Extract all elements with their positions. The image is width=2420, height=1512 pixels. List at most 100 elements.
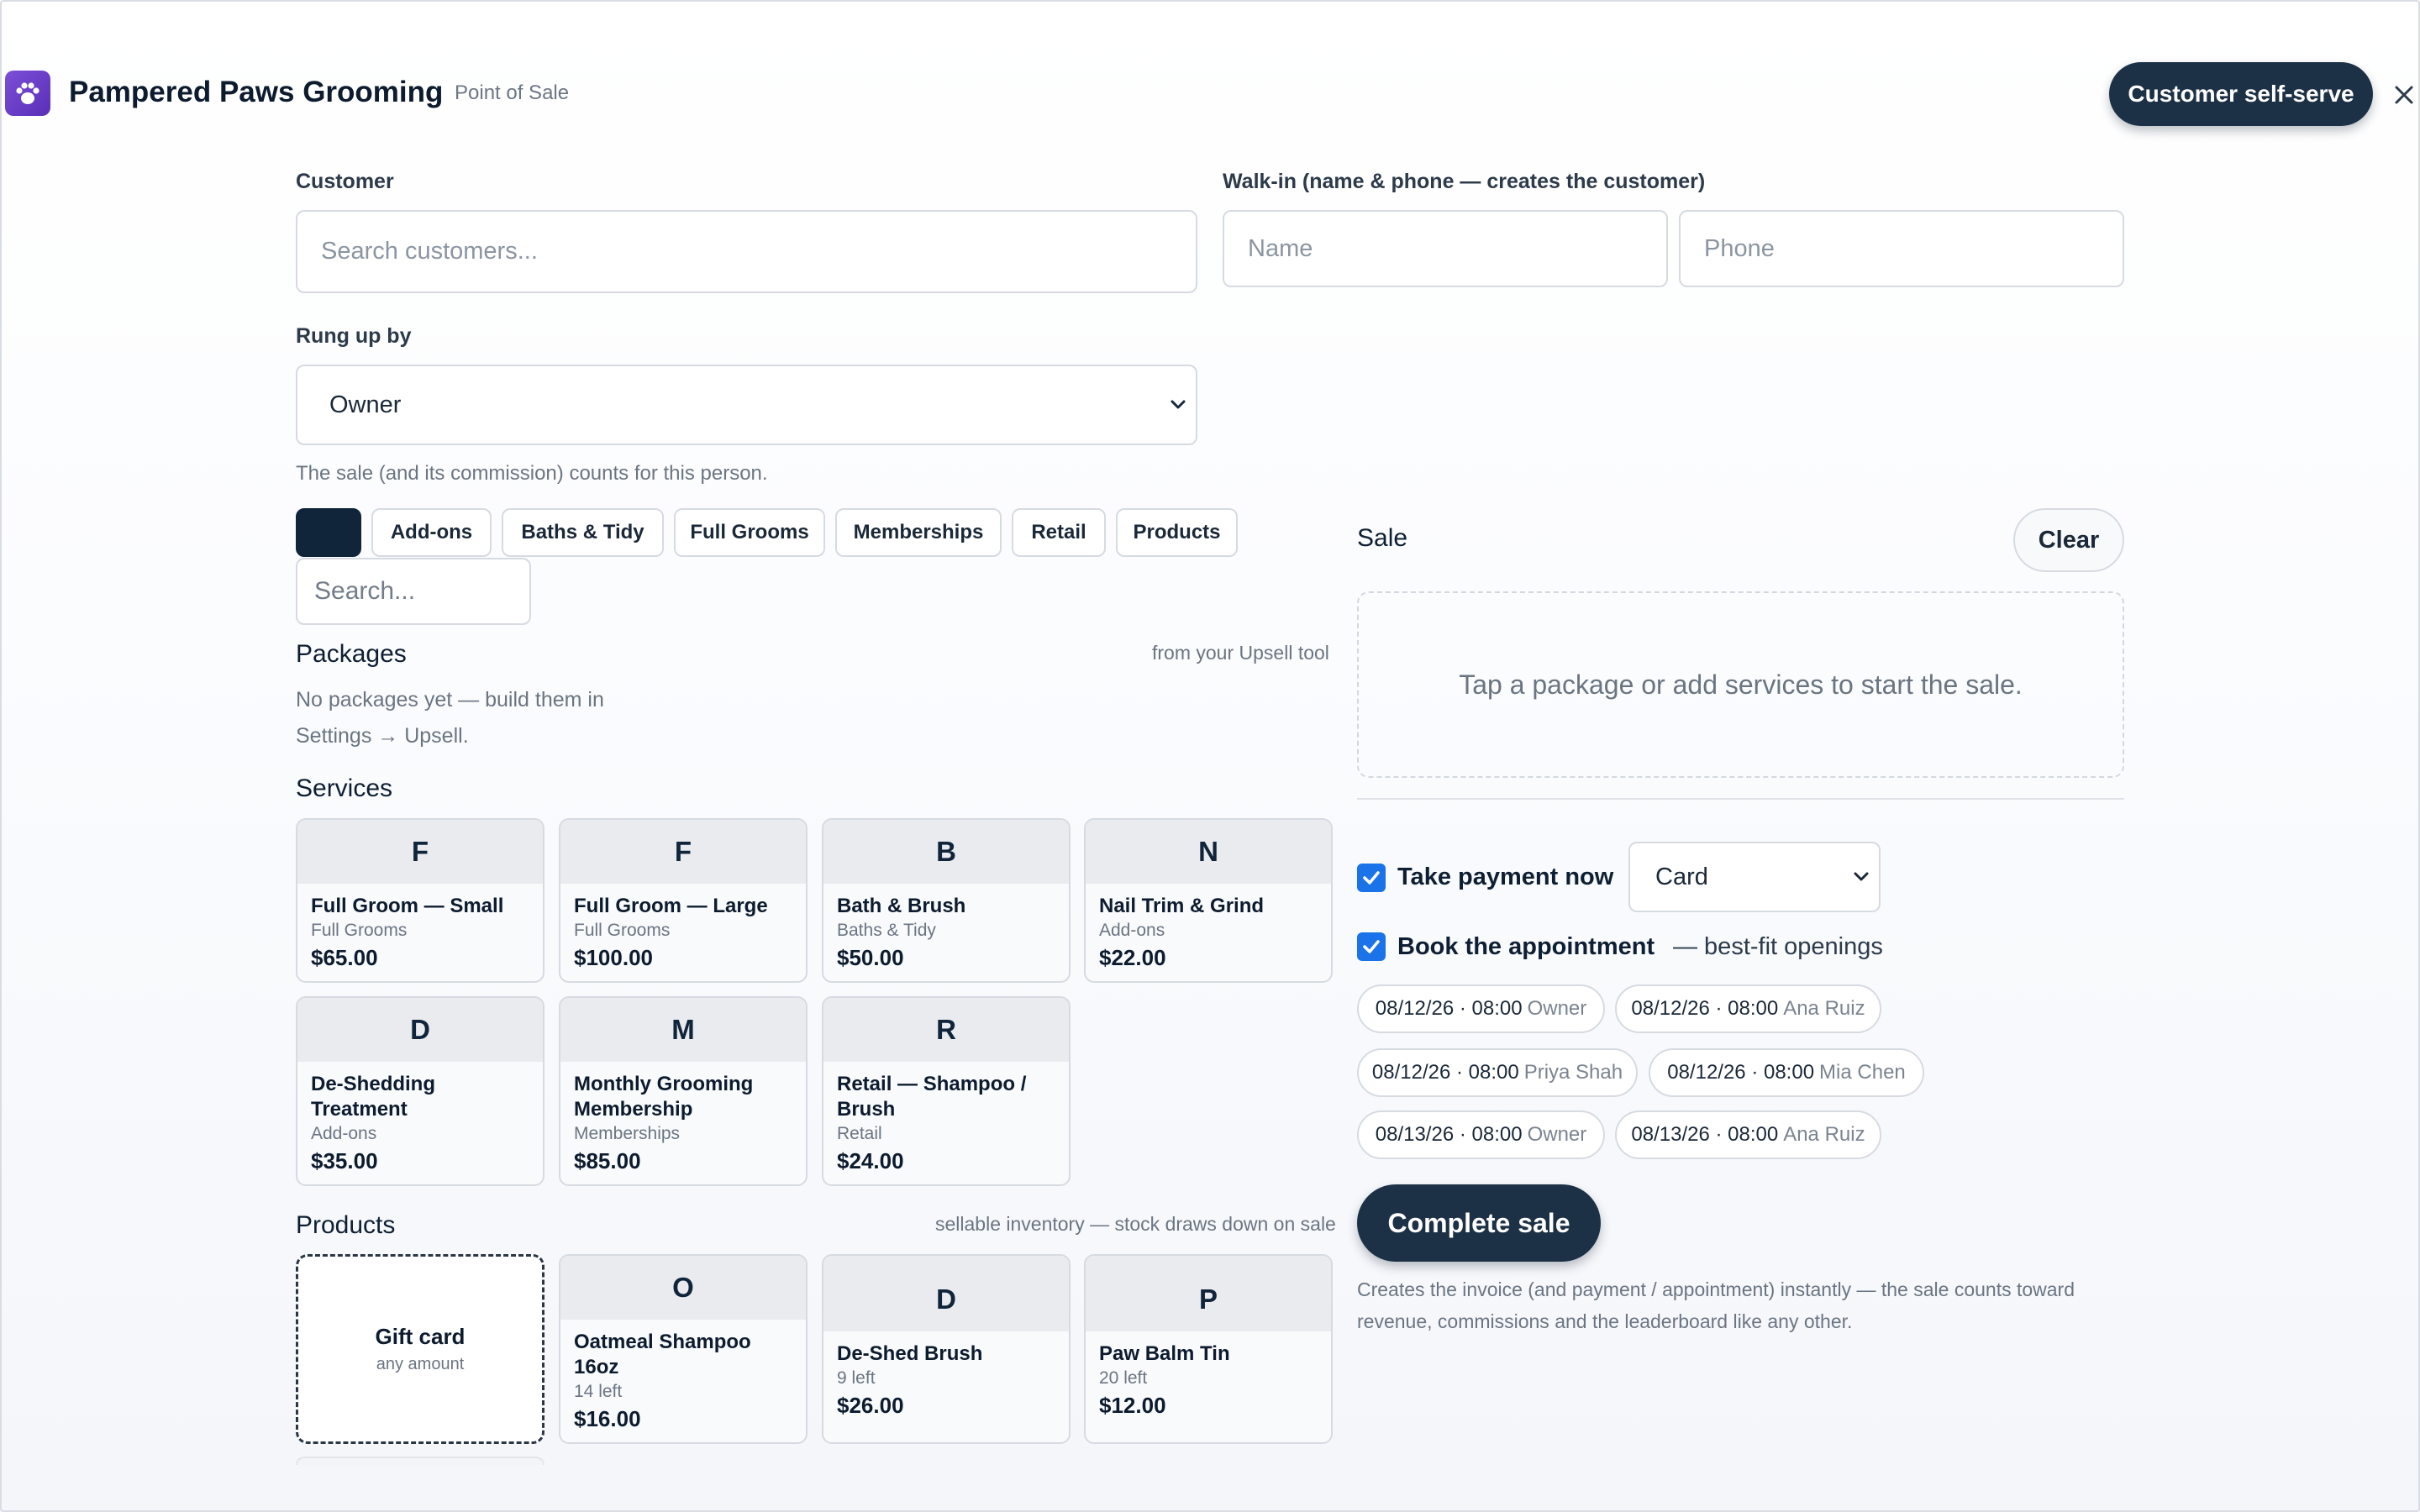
service-price: $65.00 bbox=[311, 945, 378, 970]
product-letter: P bbox=[1086, 1256, 1331, 1331]
service-name: Full Groom — Small bbox=[311, 895, 504, 917]
app-subtitle: Point of Sale bbox=[455, 81, 570, 104]
category-chip-retail[interactable]: Retail bbox=[1012, 508, 1106, 557]
customer-self-serve-button[interactable]: Customer self-serve bbox=[2109, 62, 2373, 126]
packages-empty-text: No packages yet — build them in Settings… bbox=[296, 682, 604, 754]
category-chip-add-ons[interactable]: Add-ons bbox=[371, 508, 492, 557]
book-appointment-checkbox[interactable] bbox=[1357, 932, 1386, 961]
book-appointment-label: Book the appointment bbox=[1397, 933, 1655, 960]
service-letter: M bbox=[560, 998, 806, 1062]
take-payment-checkbox[interactable] bbox=[1357, 864, 1386, 892]
checkmark-icon bbox=[1363, 940, 1380, 953]
walkin-phone-input[interactable] bbox=[1679, 210, 2124, 287]
service-name: Bath & Brush bbox=[837, 895, 966, 917]
product-price: $16.00 bbox=[574, 1406, 641, 1431]
payment-method-select[interactable]: Card bbox=[1628, 842, 1881, 912]
product-name: De-Shed Brush bbox=[837, 1342, 983, 1365]
slot-datetime: 08/12/26 · 08:00 bbox=[1667, 1061, 1815, 1084]
product-letter: D bbox=[823, 1256, 1069, 1331]
clear-sale-button[interactable]: Clear bbox=[2013, 508, 2124, 572]
service-name: Retail — Shampoo / Brush bbox=[837, 1073, 1027, 1121]
product-card[interactable]: O Oatmeal Shampoo 16oz 14 left $16.00 bbox=[559, 1254, 808, 1444]
checkmark-icon bbox=[1363, 871, 1380, 885]
service-category: Full Grooms bbox=[574, 921, 671, 940]
service-card[interactable]: B Bath & Brush Baths & Tidy $50.00 bbox=[822, 818, 1071, 983]
rung-up-by-value: Owner bbox=[329, 391, 402, 418]
service-card[interactable]: D De-Shedding Treatment Add-ons $35.00 bbox=[296, 996, 544, 1186]
service-category: Add-ons bbox=[1099, 921, 1165, 940]
service-price: $24.00 bbox=[837, 1148, 904, 1173]
product-stock: 9 left bbox=[837, 1368, 876, 1388]
sale-divider bbox=[1357, 798, 2124, 800]
category-chip-memberships[interactable]: Memberships bbox=[835, 508, 1002, 557]
product-price: $26.00 bbox=[837, 1393, 904, 1418]
service-card[interactable]: N Nail Trim & Grind Add-ons $22.00 bbox=[1084, 818, 1333, 983]
chevron-down-icon bbox=[1854, 872, 1869, 881]
category-chip-products[interactable]: Products bbox=[1116, 508, 1238, 557]
service-category: Add-ons bbox=[311, 1124, 377, 1143]
complete-sale-button[interactable]: Complete sale bbox=[1357, 1184, 1601, 1262]
appointment-slot[interactable]: 08/12/26 · 08:00 Mia Chen bbox=[1649, 1048, 1924, 1097]
appointment-slot[interactable]: 08/13/26 · 08:00 Owner bbox=[1357, 1110, 1605, 1159]
services-heading: Services bbox=[296, 774, 393, 802]
product-card[interactable]: P Paw Balm Tin 20 left $12.00 bbox=[1084, 1254, 1333, 1444]
book-appointment-extra: — best-fit openings bbox=[1673, 933, 1883, 960]
service-name: De-Shedding Treatment bbox=[311, 1073, 435, 1121]
chevron-down-icon bbox=[1171, 400, 1186, 409]
category-chip-full-grooms[interactable]: Full Grooms bbox=[674, 508, 825, 557]
appointment-slot[interactable]: 08/12/26 · 08:00 Owner bbox=[1357, 984, 1605, 1033]
rung-up-by-select[interactable]: Owner bbox=[296, 365, 1197, 445]
service-letter: R bbox=[823, 998, 1069, 1062]
service-price: $100.00 bbox=[574, 945, 653, 970]
service-letter: D bbox=[297, 998, 543, 1062]
service-letter: F bbox=[297, 820, 543, 884]
catalog-search-input[interactable] bbox=[296, 558, 531, 625]
take-payment-label: Take payment now bbox=[1397, 864, 1614, 890]
service-card[interactable]: M Monthly Grooming Membership Membership… bbox=[559, 996, 808, 1186]
close-icon[interactable] bbox=[2391, 82, 2417, 108]
product-stock: 20 left bbox=[1099, 1368, 1148, 1388]
service-name: Monthly Grooming Membership bbox=[574, 1073, 754, 1121]
slot-staff: Owner bbox=[1527, 997, 1587, 1020]
complete-sale-footnote: Creates the invoice (and payment / appoi… bbox=[1357, 1278, 2075, 1332]
slot-datetime: 08/13/26 · 08:00 bbox=[1631, 1123, 1779, 1146]
customer-search-input[interactable] bbox=[296, 210, 1197, 293]
service-card[interactable]: F Full Groom — Large Full Grooms $100.00 bbox=[559, 818, 808, 983]
appointment-slot[interactable]: 08/12/26 · 08:00 Ana Ruiz bbox=[1615, 984, 1881, 1033]
service-category: Full Grooms bbox=[311, 921, 408, 940]
category-chip-baths-tidy[interactable]: Baths & Tidy bbox=[502, 508, 664, 557]
product-name: Paw Balm Tin bbox=[1099, 1342, 1230, 1365]
service-price: $22.00 bbox=[1099, 945, 1166, 970]
appointment-slot[interactable]: 08/12/26 · 08:00 Priya Shah bbox=[1357, 1048, 1638, 1097]
product-card[interactable]: D De-Shed Brush 9 left $26.00 bbox=[822, 1254, 1071, 1444]
slot-staff: Ana Ruiz bbox=[1783, 997, 1865, 1020]
packages-empty-line-1: No packages yet — build them in bbox=[296, 688, 604, 711]
service-price: $85.00 bbox=[574, 1148, 641, 1173]
service-name: Full Groom — Large bbox=[574, 895, 768, 917]
slot-staff: Priya Shah bbox=[1523, 1061, 1623, 1084]
service-letter: F bbox=[560, 820, 806, 884]
walkin-name-input[interactable] bbox=[1223, 210, 1668, 287]
slot-datetime: 08/12/26 · 08:00 bbox=[1371, 1061, 1519, 1084]
service-price: $50.00 bbox=[837, 945, 904, 970]
category-chip-all[interactable]: All bbox=[296, 508, 361, 557]
service-price: $35.00 bbox=[311, 1148, 378, 1173]
paw-icon bbox=[5, 71, 50, 116]
slot-staff: Owner bbox=[1527, 1123, 1587, 1146]
products-heading: Products bbox=[296, 1211, 396, 1239]
appointment-slot[interactable]: 08/13/26 · 08:00 Ana Ruiz bbox=[1615, 1110, 1881, 1159]
product-card-partial bbox=[296, 1457, 544, 1465]
gift-card-tile[interactable]: Gift card any amount bbox=[296, 1254, 544, 1444]
service-category: Retail bbox=[837, 1124, 882, 1143]
payment-method-value: Card bbox=[1655, 863, 1708, 890]
service-card[interactable]: R Retail — Shampoo / Brush Retail $24.00 bbox=[822, 996, 1071, 1186]
service-letter: B bbox=[823, 820, 1069, 884]
sale-heading: Sale bbox=[1357, 524, 1408, 552]
slot-datetime: 08/12/26 · 08:00 bbox=[1631, 997, 1779, 1020]
product-stock: 14 left bbox=[574, 1382, 623, 1401]
customer-label: Customer bbox=[296, 170, 394, 193]
packages-note: from your Upsell tool bbox=[1152, 642, 1329, 664]
service-card[interactable]: F Full Groom — Small Full Grooms $65.00 bbox=[296, 818, 544, 983]
rung-up-by-label: Rung up by bbox=[296, 324, 412, 348]
service-name: Nail Trim & Grind bbox=[1099, 895, 1265, 917]
